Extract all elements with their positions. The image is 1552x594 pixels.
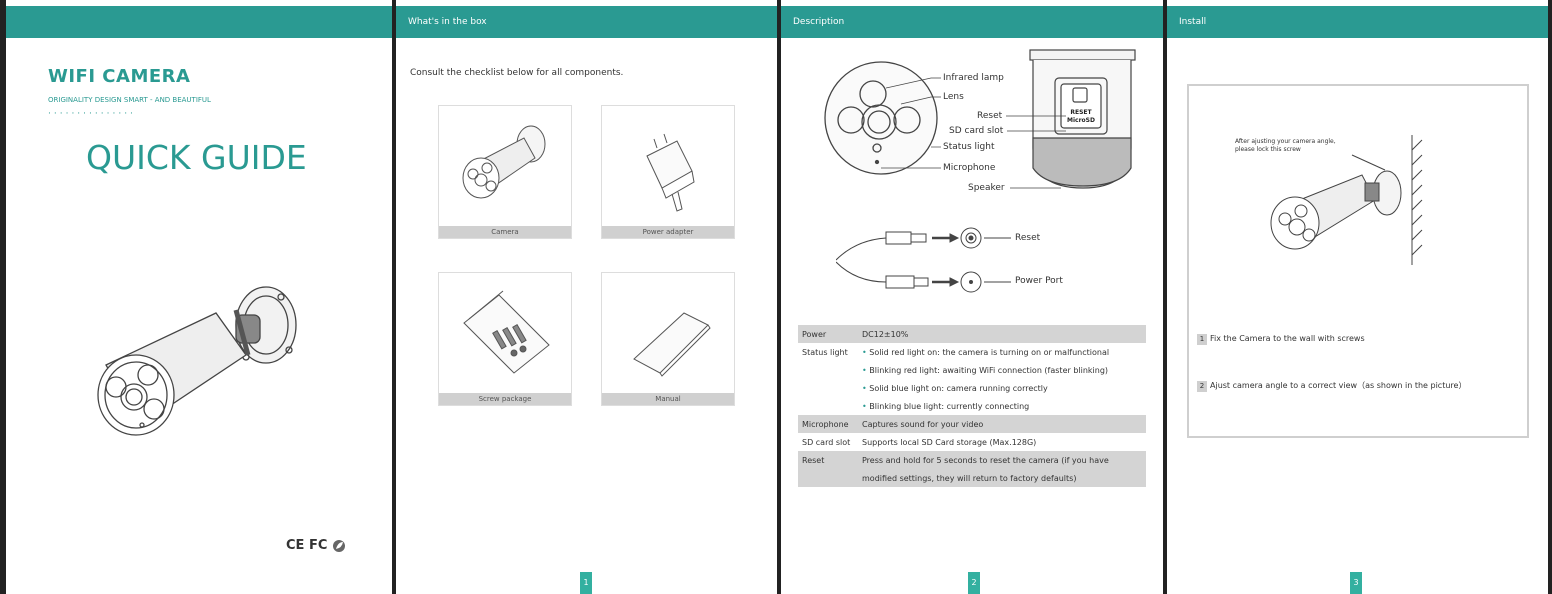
page-number: 1 [580,572,592,594]
item-card-manual: Manual [601,272,735,406]
step-number: 1 [1197,334,1207,345]
spec-value: modified settings, they will return to f… [858,469,1146,487]
brand-title: WIFI CAMERA [48,66,191,87]
brand-slogan: ORIGINALITY DESIGN SMART - AND BEAUTIFUL [48,96,211,104]
spec-table: Power DC12±10% Status light • Solid red … [798,325,1146,487]
spec-value: Captures sound for your video [858,415,1146,433]
spec-value: • Blinking blue light: currently connect… [862,401,1030,411]
spec-key: Power [798,325,858,343]
power-adapter-icon [646,133,695,212]
item-label: Screw package [439,393,571,405]
certification-marks: CE FC [286,538,346,553]
item-card-screw-package: Screw package [438,272,572,406]
manual-icon [633,312,711,377]
spec-value: • Blinking red light: awaiting WiFi conn… [862,365,1109,375]
section-header: What's in the box [396,6,777,38]
spec-row-reset: Reset Press and hold for 5 seconds to re… [798,451,1146,469]
install-page: Install After ajusting your camera angle… [1167,0,1548,594]
guide-spread: WIFI CAMERA ORIGINALITY DESIGN SMART - A… [0,0,1552,594]
callout-sd-card-slot: SD card slot [949,126,1004,136]
section-header: Install [1167,6,1548,38]
callout-status-light: Status light [943,142,995,152]
spec-key: SD card slot [802,437,851,447]
item-card-power-adapter: Power adapter [601,105,735,239]
port-label-power: Power Port [1015,276,1063,286]
spec-row-status-light: Status light • Solid red light on: the c… [798,343,1146,361]
spec-value: DC12±10% [858,325,1146,343]
install-step-1: 1 Fix the Camera to the wall with screws [1197,334,1365,345]
spec-key: Reset [798,451,858,469]
callout-lens: Lens [943,92,964,102]
install-illustration [1270,135,1423,265]
rohs-leaf-icon [332,539,345,552]
callout-speaker: Speaker [968,183,1005,193]
camera-illustration [97,286,297,436]
spec-row-sd-card-slot: SD card slot Supports local SD Card stor… [798,433,1146,451]
item-label: Camera [439,226,571,238]
item-label: Manual [602,393,734,405]
spec-row-status-light-2: • Blinking red light: awaiting WiFi conn… [798,361,1146,379]
step-text: Ajust camera angle to a correct view（as … [1210,381,1467,390]
item-card-camera: Camera [438,105,572,239]
cover-page: WIFI CAMERA ORIGINALITY DESIGN SMART - A… [6,0,392,594]
callout-reset: Reset [977,111,1003,121]
page-number: 2 [968,572,980,594]
spec-value: Supports local SD Card storage (Max.128G… [862,437,1037,447]
description-page: Description RESET MicroSD Infrared lamp … [781,0,1163,594]
step-number: 2 [1197,381,1207,392]
camera-icon [462,125,546,199]
cover-header-bar [6,6,392,38]
step-text: Fix the Camera to the wall with screws [1210,334,1365,343]
callout-microphone: Microphone [943,163,996,173]
install-step-2: 2 Ajust camera angle to a correct view（as… [1197,380,1466,392]
page-number: 3 [1350,572,1362,594]
spec-value: • Solid blue light on: camera running co… [862,383,1048,393]
dots-divider: ··············· [48,109,136,119]
intro-text: Consult the checklist below for all comp… [410,68,624,78]
quick-guide-title: QUICK GUIDE [86,138,307,177]
spec-row-microphone: Microphone Captures sound for your video [798,415,1146,433]
box-contents-page: What's in the box Consult the checklist … [396,0,777,594]
spec-value: Press and hold for 5 seconds to reset th… [858,451,1146,469]
spec-key: Microphone [798,415,858,433]
spec-key: Status light [802,347,848,357]
spec-value: • Solid red light on: the camera is turn… [862,347,1110,357]
status-item: Solid red light on: the camera is turnin… [869,347,1110,357]
port-label-reset: Reset [1015,233,1041,243]
spec-row-status-light-4: • Blinking blue light: currently connect… [798,397,1146,415]
callout-infrared-lamp: Infrared lamp [943,73,1004,83]
item-label: Power adapter [602,226,734,238]
spec-row-status-light-3: • Solid blue light on: camera running co… [798,379,1146,397]
spec-row-reset-2: modified settings, they will return to f… [798,469,1146,487]
screw-package-icon [463,290,550,374]
spec-row-power: Power DC12±10% [798,325,1146,343]
status-item: Solid blue light on: camera running corr… [869,383,1048,393]
status-item: Blinking blue light: currently connectin… [869,401,1030,411]
status-item: Blinking red light: awaiting WiFi connec… [869,365,1109,375]
